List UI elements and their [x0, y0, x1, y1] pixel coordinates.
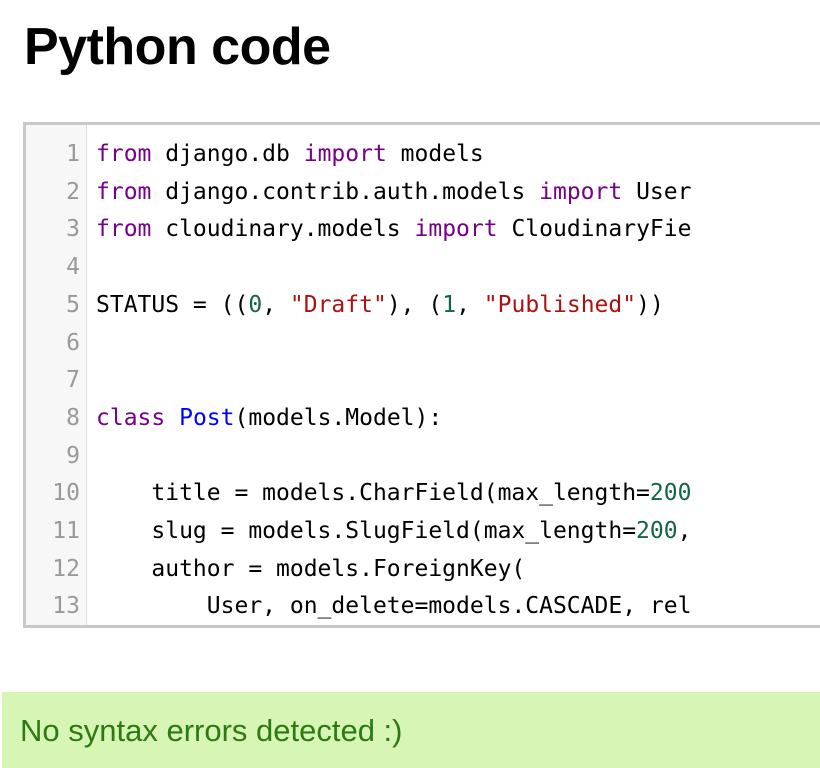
- code-token-plain: User, on_delete=models.CASCADE, rel: [96, 593, 692, 620]
- line-number: 5: [66, 291, 80, 318]
- line-number: 6: [66, 329, 80, 356]
- line-number: 10: [52, 480, 80, 507]
- code-token-plain: ,: [456, 291, 484, 318]
- code-line[interactable]: title = models.CharField(max_length=200: [96, 475, 691, 513]
- code-token-plain: django.contrib.auth.models: [151, 178, 540, 205]
- code-token-keyword: from: [96, 141, 152, 167]
- syntax-status-banner: No syntax errors detected :): [2, 692, 820, 768]
- line-number: 3: [66, 216, 80, 243]
- code-line[interactable]: from cloudinary.models import Cloudinary…: [96, 211, 691, 249]
- line-number-gutter: 1 2 3 4 5 6 7 8 9 10 11 12 13: [26, 125, 87, 625]
- line-number: 12: [52, 555, 80, 582]
- code-line[interactable]: class Post(models.Model):: [96, 400, 442, 438]
- line-number: 7: [66, 367, 80, 394]
- code-token-number: 200: [649, 480, 692, 507]
- code-token-plain: ,: [677, 518, 692, 544]
- code-token-plain: ), (: [386, 291, 443, 318]
- line-number: 9: [66, 442, 80, 469]
- code-token-number: 0: [248, 291, 263, 318]
- code-token-string: "Published": [483, 291, 637, 318]
- code-token-plain: cloudinary.models: [151, 216, 415, 243]
- page-title: Python code: [24, 18, 331, 76]
- code-token-plain: User: [622, 178, 692, 205]
- code-editor[interactable]: 1 2 3 4 5 6 7 8 9 10 11 12 13 from django.db import …: [23, 122, 820, 628]
- code-token-def: Post: [179, 404, 235, 431]
- line-number: 4: [66, 254, 80, 281]
- code-line[interactable]: author = models.ForeignKey(: [96, 551, 525, 589]
- code-token-plain: (models.Model):: [234, 404, 443, 431]
- line-number: 1: [66, 141, 80, 167]
- code-line[interactable]: from django.db import models: [96, 136, 484, 174]
- code-token-keyword: from: [96, 178, 152, 205]
- code-token-plain: django.db: [151, 141, 304, 167]
- code-token-number: 200: [636, 518, 678, 544]
- code-token-keyword: from: [96, 216, 152, 243]
- line-number: 13: [52, 593, 80, 620]
- code-token-string: "Draft": [289, 291, 387, 318]
- code-line[interactable]: User, on_delete=models.CASCADE, rel: [96, 588, 692, 625]
- code-line[interactable]: slug = models.SlugField(max_length=200,: [96, 513, 691, 551]
- code-token-plain: author = models.ForeignKey(: [96, 555, 526, 582]
- code-token-keyword: import: [303, 141, 387, 167]
- code-token-plain: )): [636, 291, 664, 318]
- code-token-keyword: class: [96, 404, 166, 431]
- line-number: 11: [52, 518, 80, 544]
- code-token-keyword: import: [414, 216, 498, 243]
- line-number: 8: [66, 404, 80, 431]
- code-line[interactable]: from django.contrib.auth.models import U…: [96, 174, 691, 212]
- code-token-keyword: import: [539, 178, 623, 205]
- syntax-status-message: No syntax errors detected :): [20, 713, 403, 748]
- code-token-plain: CloudinaryFie: [497, 216, 692, 243]
- code-token-number: 1: [442, 291, 457, 318]
- code-line[interactable]: STATUS = ((0, "Draft"), (1, "Published")…: [96, 287, 664, 325]
- code-token-plain: ,: [262, 291, 290, 318]
- line-number: 2: [66, 178, 80, 205]
- code-token-plain: models: [386, 141, 484, 167]
- code-area[interactable]: from django.db import models from django.…: [96, 125, 820, 625]
- code-token-plain: STATUS = ((: [96, 291, 249, 318]
- code-token-plain: slug = models.SlugField(max_length=: [96, 518, 637, 544]
- code-token-plain: title = models.CharField(max_length=: [96, 480, 650, 507]
